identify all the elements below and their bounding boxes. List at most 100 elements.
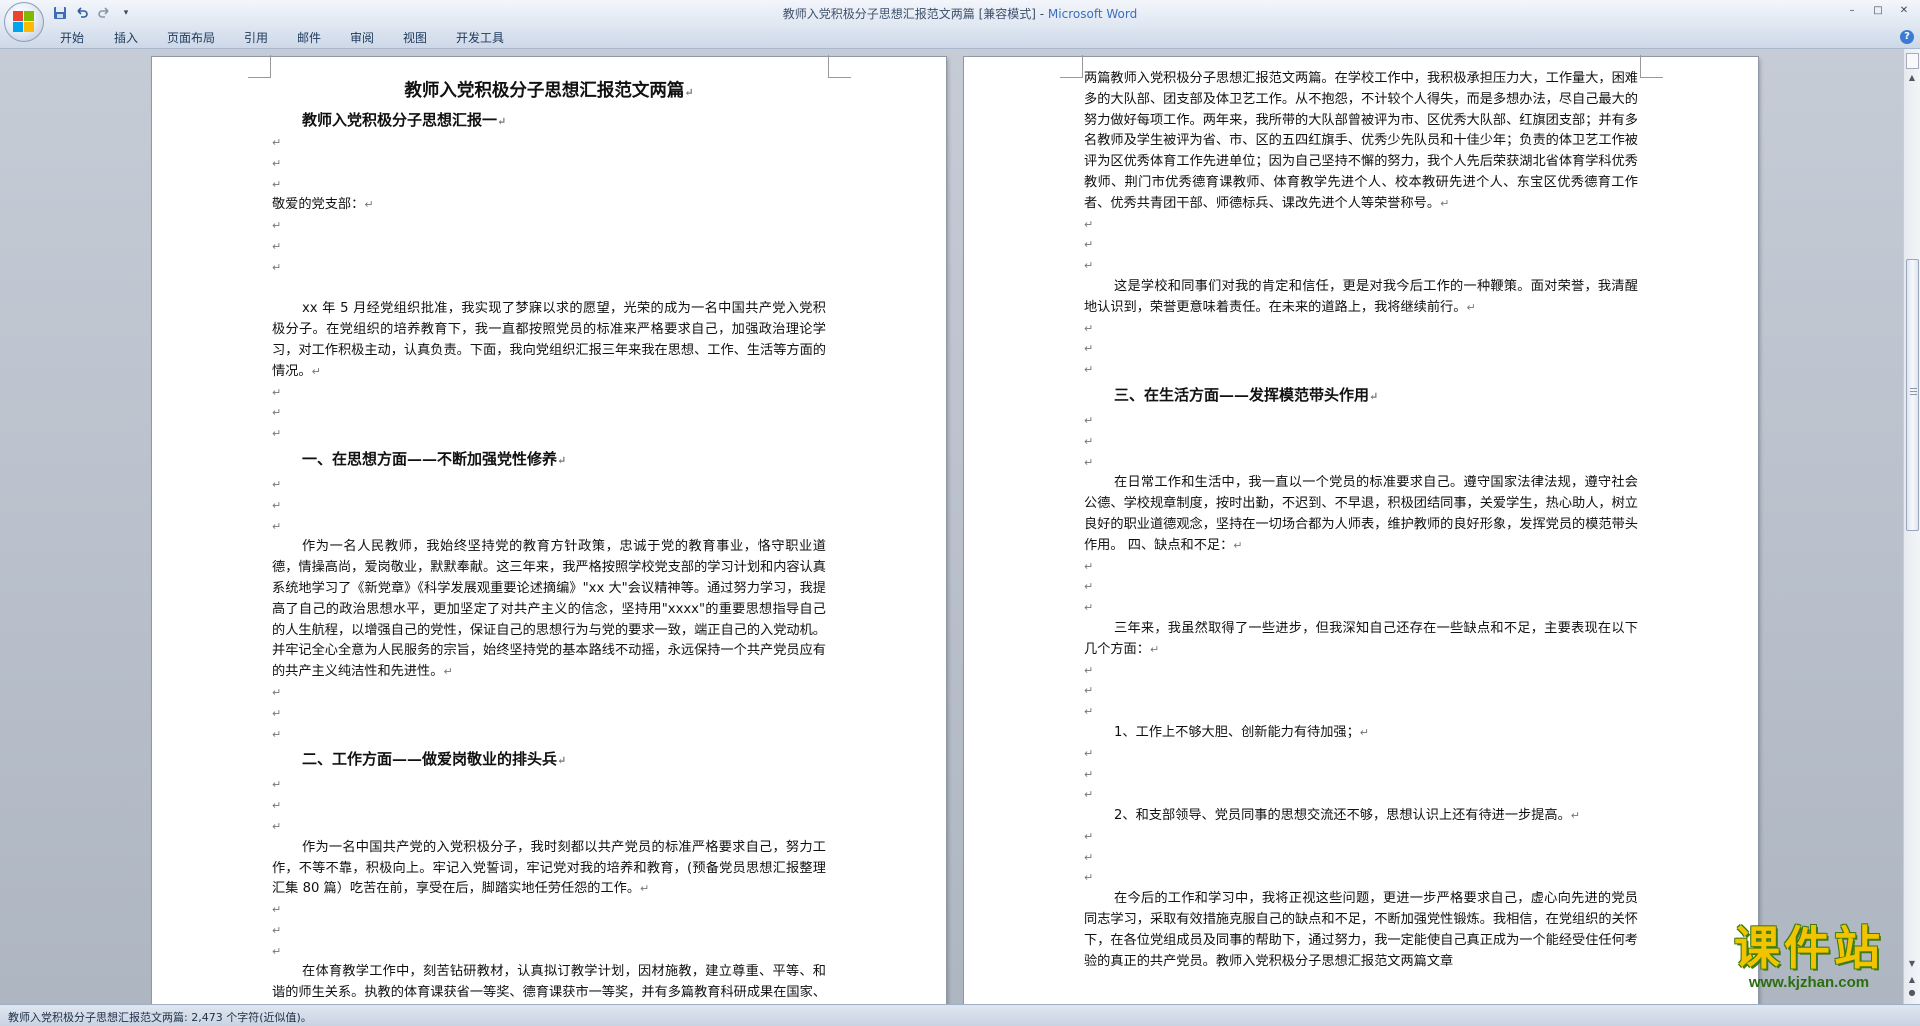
body-paragraph: 两篇教师入党积极分子思想汇报范文两篇。在学校工作中，我积极承担压力大，工作量大，…	[1084, 71, 1638, 211]
body-paragraph: 在日常工作和生活中，我一直以一个党员的标准要求自己。遵守国家法律法规，遵守社会公…	[1084, 475, 1638, 553]
document-subtitle: 教师入党积极分子思想汇报一↵	[302, 111, 507, 129]
empty-paragraph: ↵	[1084, 663, 1094, 677]
empty-paragraph: ↵	[1084, 217, 1094, 231]
empty-paragraph: ↵	[1084, 363, 1094, 377]
scroll-grip	[1910, 394, 1917, 395]
empty-paragraph: ↵	[272, 385, 282, 399]
body-paragraph: 在体育教学工作中，刻苦钻研教材，认真拟订教学计划，因材施教，建立尊重、平等、和谐…	[272, 964, 826, 1001]
list-item: 1、工作上不够大胆、创新能力有待加强；↵	[1114, 724, 1369, 740]
vertical-scrollbar[interactable]: ▲ ▼ ▲ ●	[1903, 49, 1920, 1004]
browse-object-icon[interactable]: ●	[1905, 986, 1919, 1000]
section-heading: 三、在生活方面——发挥模范带头作用↵	[1114, 385, 1379, 404]
empty-paragraph: ↵	[272, 778, 282, 792]
scroll-grip	[1910, 388, 1917, 389]
title-bar: ▾ 教师入党积极分子思想汇报范文两篇 [兼容模式] - Microsoft Wo…	[0, 0, 1920, 42]
status-word-count[interactable]: 教师入党积极分子思想汇报范文两篇: 2,473 个字符(近似值)。	[8, 1009, 312, 1025]
scroll-up-icon[interactable]: ▲	[1905, 71, 1919, 85]
tab-references[interactable]: 引用	[244, 29, 268, 46]
tab-developer[interactable]: 开发工具	[456, 29, 504, 46]
scroll-down-icon[interactable]: ▼	[1905, 957, 1919, 971]
empty-paragraph: ↵	[1084, 455, 1094, 469]
page-2-content: 两篇教师入党积极分子思想汇报范文两篇。在学校工作中，我积极承担压力大，工作量大，…	[1084, 69, 1638, 972]
scroll-grip	[1910, 391, 1917, 392]
empty-paragraph: ↵	[1084, 767, 1094, 781]
empty-paragraph: ↵	[272, 219, 282, 233]
document-page-2[interactable]: 两篇教师入党积极分子思想汇报范文两篇。在学校工作中，我积极承担压力大，工作量大，…	[964, 55, 1758, 1004]
watermark-title: 课件站	[1734, 921, 1884, 975]
empty-paragraph: ↵	[1084, 705, 1094, 719]
empty-paragraph: ↵	[272, 923, 282, 937]
document-workspace: 教师入党积极分子思想汇报范文两篇↵ 教师入党积极分子思想汇报一↵ ↵ ↵ ↵ 敬…	[0, 49, 1904, 1004]
tab-review[interactable]: 审阅	[350, 29, 374, 46]
view-ruler-button[interactable]	[1906, 53, 1919, 69]
empty-paragraph: ↵	[272, 427, 282, 441]
body-paragraph: 这是学校和同事们对我的肯定和信任，更是对我今后工作的一种鞭策。面对荣誉，我清醒地…	[1084, 278, 1638, 315]
body-paragraph: 作为一名中国共产党的入党积极分子，我时刻都以共产党员的标准严格要求自己，努力工作…	[272, 839, 826, 897]
empty-paragraph: ↵	[1084, 342, 1094, 356]
empty-paragraph: ↵	[1084, 434, 1094, 448]
scroll-thumb[interactable]	[1906, 259, 1919, 531]
body-paragraph: 在今后的工作和学习中，我将正视这些问题，更进一步严格要求自己，虚心向先进的党员同…	[1084, 891, 1638, 969]
list-item: 2、和支部领导、党员同事的思想交流还不够，思想认识上还有待进一步提高。↵	[1114, 808, 1580, 824]
empty-paragraph: ↵	[1084, 746, 1094, 760]
help-icon[interactable]: ?	[1900, 30, 1914, 44]
empty-paragraph: ↵	[272, 498, 282, 512]
empty-paragraph: ↵	[272, 406, 282, 420]
empty-paragraph: ↵	[272, 519, 282, 533]
empty-paragraph: ↵	[1084, 871, 1094, 885]
empty-paragraph: ↵	[272, 727, 282, 741]
body-paragraph: 三年来，我虽然取得了一些进步，但我深知自己还存在一些缺点和不足，主要表现在以下几…	[1084, 620, 1638, 657]
tab-page-layout[interactable]: 页面布局	[167, 29, 215, 46]
crop-mark	[1640, 55, 1663, 78]
empty-paragraph: ↵	[1084, 601, 1094, 615]
empty-paragraph: ↵	[272, 706, 282, 720]
office-button[interactable]	[4, 2, 44, 42]
empty-paragraph: ↵	[272, 156, 282, 170]
empty-paragraph: ↵	[1084, 829, 1094, 843]
empty-paragraph: ↵	[1084, 580, 1094, 594]
crop-mark	[828, 55, 851, 78]
tab-view[interactable]: 视图	[403, 29, 427, 46]
section-heading: 二、工作方面——做爱岗敬业的排头兵↵	[302, 750, 567, 769]
body-paragraph: 作为一名人民教师，我始终坚持党的教育方针政策，忠诚于党的教育事业，恪守职业道德，…	[272, 539, 826, 680]
document-title: 教师入党积极分子思想汇报范文两篇↵	[404, 81, 694, 101]
empty-paragraph: ↵	[272, 944, 282, 958]
watermark-url: www.kjzhan.com	[1748, 974, 1870, 991]
empty-paragraph: ↵	[1084, 413, 1094, 427]
document-name: 教师入党积极分子思想汇报范文两篇 [兼容模式] -	[782, 7, 1048, 21]
previous-page-icon[interactable]: ▲	[1905, 973, 1919, 987]
empty-paragraph: ↵	[1084, 559, 1094, 573]
section-heading: 一、在思想方面——不断加强党性修养↵	[302, 449, 567, 468]
empty-paragraph: ↵	[272, 799, 282, 813]
close-button[interactable]: ✕	[1892, 2, 1916, 18]
crop-mark	[1060, 55, 1083, 78]
empty-paragraph: ↵	[272, 819, 282, 833]
empty-paragraph: ↵	[272, 239, 282, 253]
empty-paragraph: ↵	[1084, 684, 1094, 698]
salutation: 敬爱的党支部：↵	[272, 197, 374, 213]
tab-insert[interactable]: 插入	[114, 29, 138, 46]
minimize-button[interactable]: –	[1840, 2, 1864, 18]
empty-paragraph: ↵	[272, 136, 282, 149]
crop-mark	[248, 55, 271, 78]
window-controls: – □ ✕	[1840, 2, 1916, 18]
empty-paragraph: ↵	[1084, 321, 1094, 335]
empty-paragraph: ↵	[272, 177, 282, 191]
empty-paragraph: ↵	[1084, 788, 1094, 802]
app-name: Microsoft Word	[1047, 7, 1138, 21]
empty-paragraph: ↵	[1084, 850, 1094, 864]
window-title: 教师入党积极分子思想汇报范文两篇 [兼容模式] - Microsoft Word	[0, 5, 1920, 22]
document-page-1[interactable]: 教师入党积极分子思想汇报范文两篇↵ 教师入党积极分子思想汇报一↵ ↵ ↵ ↵ 敬…	[152, 55, 946, 1004]
empty-paragraph: ↵	[272, 260, 282, 274]
body-paragraph: xx 年 5 月经党组织批准，我实现了梦寐以求的愿望，光荣的成为一名中国共产党入…	[272, 301, 826, 379]
empty-paragraph: ↵	[272, 903, 282, 917]
empty-paragraph: ↵	[1084, 238, 1094, 252]
tab-home[interactable]: 开始	[60, 29, 84, 46]
empty-paragraph: ↵	[272, 685, 282, 699]
maximize-button[interactable]: □	[1866, 2, 1890, 18]
empty-paragraph: ↵	[272, 477, 282, 491]
page-1-content: 教师入党积极分子思想汇报范文两篇↵ 教师入党积极分子思想汇报一↵ ↵ ↵ ↵ 敬…	[272, 77, 826, 1004]
tab-mailings[interactable]: 邮件	[297, 29, 321, 46]
status-bar: 教师入党积极分子思想汇报范文两篇: 2,473 个字符(近似值)。	[0, 1004, 1920, 1026]
